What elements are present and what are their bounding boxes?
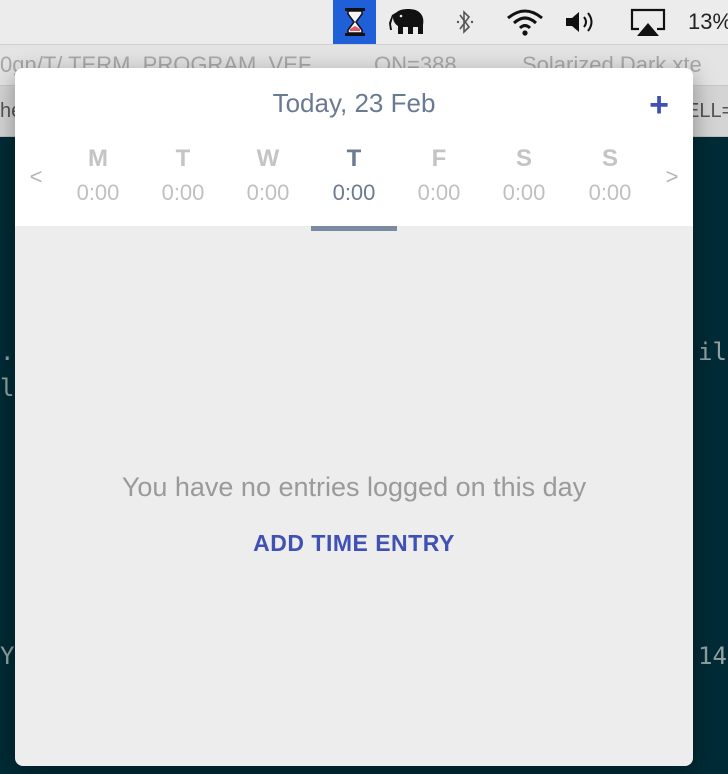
- terminal-text: il: [698, 338, 727, 366]
- day-hours: 0:00: [76, 180, 120, 205]
- next-week-button[interactable]: >: [657, 164, 687, 190]
- day-letter: T: [346, 145, 362, 172]
- day-letter: S: [601, 145, 618, 172]
- day-letter: F: [431, 145, 447, 172]
- day-letter: M: [88, 145, 108, 172]
- day-letter: S: [515, 145, 532, 172]
- time-tracker-popover: Today, 23 Feb + < > M 0:00 T 0:00 W 0:00…: [15, 68, 693, 766]
- day-friday[interactable]: F 0:00: [404, 144, 474, 228]
- add-entry-button[interactable]: +: [645, 88, 673, 122]
- day-hours: 0:00: [246, 180, 290, 205]
- date-title: Today, 23 Feb: [272, 88, 436, 118]
- terminal-text: 14: [698, 642, 727, 670]
- wifi-icon[interactable]: [502, 0, 548, 44]
- day-letter: W: [256, 145, 280, 172]
- day-letter: T: [175, 145, 191, 172]
- empty-state-message: You have no entries logged on this day: [121, 472, 587, 502]
- hourglass-icon[interactable]: [333, 0, 376, 44]
- add-time-entry-link[interactable]: ADD TIME ENTRY: [15, 530, 693, 557]
- airplay-icon[interactable]: [626, 0, 670, 44]
- volume-icon[interactable]: [562, 0, 602, 44]
- day-tuesday[interactable]: T 0:00: [148, 144, 218, 228]
- elephant-icon[interactable]: [386, 0, 432, 44]
- terminal-text: Y: [0, 642, 15, 670]
- menu-bar: 13%: [0, 0, 728, 45]
- previous-week-button[interactable]: <: [21, 164, 51, 190]
- day-hours: 0:00: [502, 180, 546, 205]
- battery-percentage[interactable]: 13%: [688, 0, 728, 44]
- bluetooth-icon[interactable]: [450, 0, 480, 44]
- day-hours: 0:00: [417, 180, 461, 205]
- day-wednesday[interactable]: W 0:00: [233, 144, 303, 228]
- day-saturday[interactable]: S 0:00: [489, 144, 559, 228]
- day-monday[interactable]: M 0:00: [63, 144, 133, 228]
- day-thursday[interactable]: T 0:00: [319, 144, 389, 228]
- day-hours: 0:00: [332, 180, 376, 205]
- selected-day-indicator: [311, 226, 397, 231]
- day-sunday[interactable]: S 0:00: [575, 144, 645, 228]
- day-hours: 0:00: [161, 180, 205, 205]
- day-hours: 0:00: [588, 180, 632, 205]
- week-header: Today, 23 Feb + < > M 0:00 T 0:00 W 0:00…: [15, 68, 693, 226]
